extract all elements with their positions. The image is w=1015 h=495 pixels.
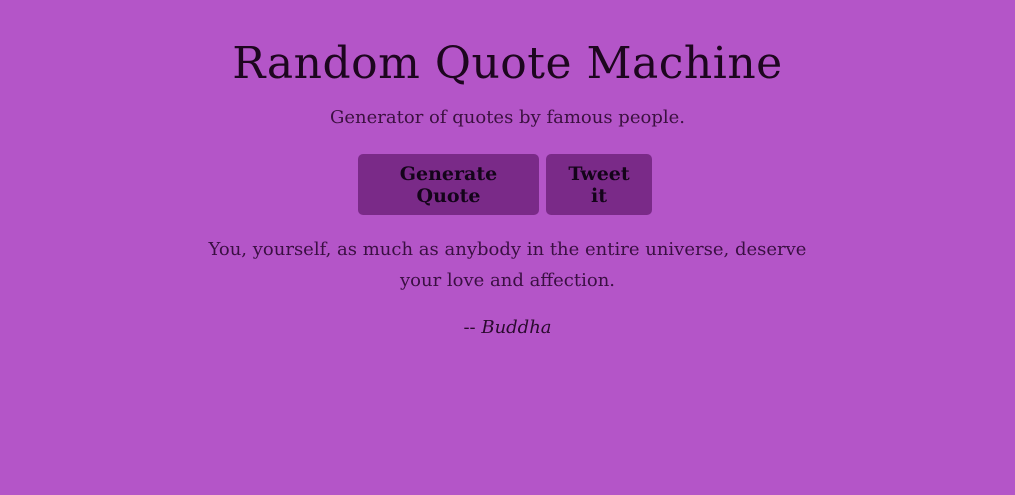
- tweet-button[interactable]: Tweet it: [546, 154, 652, 215]
- quote-machine-app: Random Quote Machine Generator of quotes…: [0, 0, 1015, 495]
- page-subtitle: Generator of quotes by famous people.: [330, 107, 685, 128]
- quote-author: -- Buddha: [0, 314, 1015, 342]
- action-buttons: Generate Quote Tweet it: [358, 154, 652, 215]
- page-title: Random Quote Machine: [232, 38, 783, 89]
- generate-quote-button[interactable]: Generate Quote: [358, 154, 539, 215]
- author-name: Buddha: [481, 317, 552, 338]
- author-prefix: --: [463, 317, 482, 338]
- quote-text: You, yourself, as much as anybody in the…: [208, 239, 807, 291]
